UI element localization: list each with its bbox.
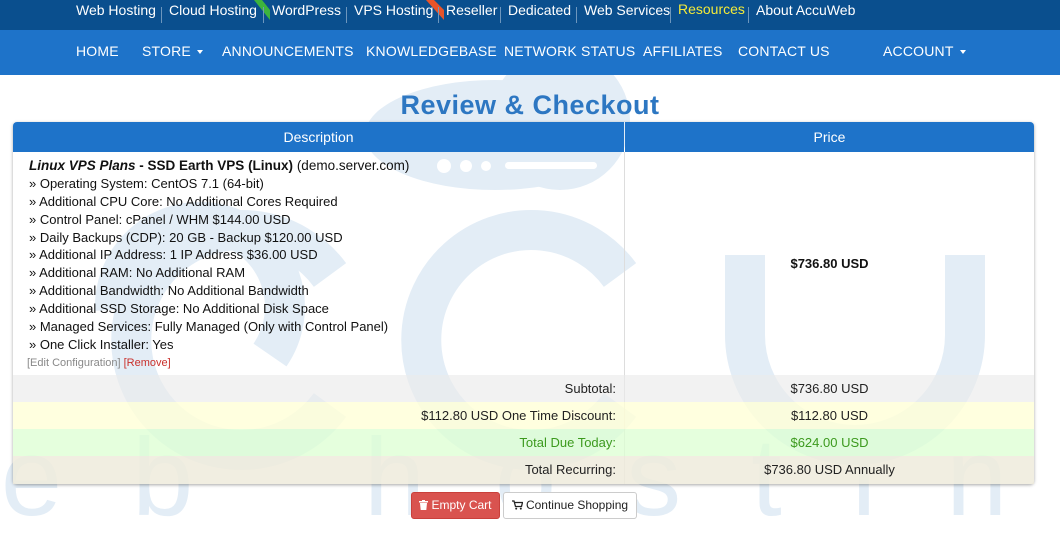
nav-store-label: STORE [142,43,191,59]
description-header: Description [13,122,624,152]
config-option: » Additional Bandwidth: No Additional Ba… [29,283,309,298]
total-due-row: Total Due Today: $624.00 USD [13,429,1034,456]
topnav-dedicated[interactable]: Dedicated [508,2,571,18]
topnav-web-services[interactable]: Web Services [584,2,670,18]
subtotal-label: Subtotal: [564,381,616,396]
total-due-label: Total Due Today: [519,435,616,450]
nav-store[interactable]: STORE [142,43,203,59]
product-separator: - [135,158,148,173]
config-option: » Control Panel: cPanel / WHM $144.00 US… [29,212,291,227]
item-actions: [Edit Configuration] [Remove] [27,357,171,369]
continue-shopping-button[interactable]: Continue Shopping [503,492,637,519]
nav-network-status[interactable]: NETWORK STATUS [504,43,635,59]
config-option: » One Click Installer: Yes [29,337,174,352]
product-domain: (demo.server.com) [293,158,410,173]
topnav-reseller[interactable]: Reseller [446,2,497,18]
topnav-divider [346,7,347,23]
discount-value: $112.80 USD [790,408,869,423]
subtotal-row: Subtotal: $736.80 USD [13,375,1034,402]
config-option: » Additional IP Address: 1 IP Address $3… [29,247,318,262]
topnav-divider [748,7,749,23]
topnav-divider [161,7,162,23]
product-title: Linux VPS Plans - SSD Earth VPS (Linux) … [29,158,409,173]
discount-label: $112.80 USD One Time Discount: [421,408,616,423]
total-due-value: $624.00 USD [790,435,869,450]
nav-account-label: ACCOUNT [883,43,954,59]
config-option: » Additional CPU Core: No Additional Cor… [29,194,338,209]
topnav-vps-hosting[interactable]: VPS Hosting [354,2,433,18]
empty-cart-label: Empty Cart [431,498,492,512]
config-option: » Additional SSD Storage: No Additional … [29,301,329,316]
chevron-down-icon [959,50,966,55]
item-price: $736.80 USD [790,256,869,271]
top-navigation-bar: Web Hosting Cloud Hosting WordPress VPS … [0,0,1060,30]
config-option: » Operating System: CentOS 7.1 (64-bit) [29,176,264,191]
trash-icon [419,500,429,510]
total-recurring-label: Total Recurring: [524,462,616,477]
topnav-divider [438,7,439,23]
topnav-cloud-hosting[interactable]: Cloud Hosting [169,2,257,18]
topnav-resources[interactable]: Resources [678,1,745,17]
main-navigation-bar: HOME STORE ANNOUNCEMENTS KNOWLEDGEBASE N… [0,30,1060,75]
topnav-web-hosting[interactable]: Web Hosting [76,2,156,18]
total-recurring-row: Total Recurring: $736.80 USD Annually [13,456,1034,484]
nav-account[interactable]: ACCOUNT [883,43,966,59]
page-title: Review & Checkout [400,90,660,120]
config-option: » Managed Services: Fully Managed (Only … [29,319,389,334]
nav-knowledgebase[interactable]: KNOWLEDGEBASE [366,43,497,59]
price-header: Price [625,122,1034,152]
new-ribbon-icon [254,0,270,20]
product-name: SSD Earth VPS (Linux) [147,158,294,173]
continue-shopping-label: Continue Shopping [525,498,629,512]
config-option: » Daily Backups (CDP): 20 GB - Backup $1… [29,230,343,245]
shopping-cart-icon [511,500,523,510]
total-recurring-value: $736.80 USD Annually [764,462,895,477]
nav-contact-us[interactable]: CONTACT US [738,43,830,59]
topnav-about[interactable]: About AccuWeb [756,2,855,18]
discount-row: $112.80 USD One Time Discount: $112.80 U… [13,402,1034,429]
remove-item-link[interactable]: [Remove] [124,357,171,369]
topnav-wordpress[interactable]: WordPress [272,2,341,18]
config-option: » Additional RAM: No Additional RAM [29,265,246,280]
edit-configuration-link[interactable]: [Edit Configuration] [27,357,121,369]
subtotal-value: $736.80 USD [790,381,869,396]
topnav-divider [576,7,577,23]
chevron-down-icon [196,50,203,55]
nav-affiliates[interactable]: AFFILIATES [643,43,723,59]
topnav-divider [500,7,501,23]
cart-table: Description Price Linux VPS Plans - SSD … [13,122,1034,484]
product-type: Linux VPS Plans [29,158,136,173]
nav-announcements[interactable]: ANNOUNCEMENTS [222,43,354,59]
topnav-divider [263,7,264,23]
topnav-divider [670,7,671,23]
empty-cart-button[interactable]: Empty Cart [411,492,500,519]
nav-home[interactable]: HOME [76,43,119,59]
hot-ribbon-icon [426,0,444,20]
